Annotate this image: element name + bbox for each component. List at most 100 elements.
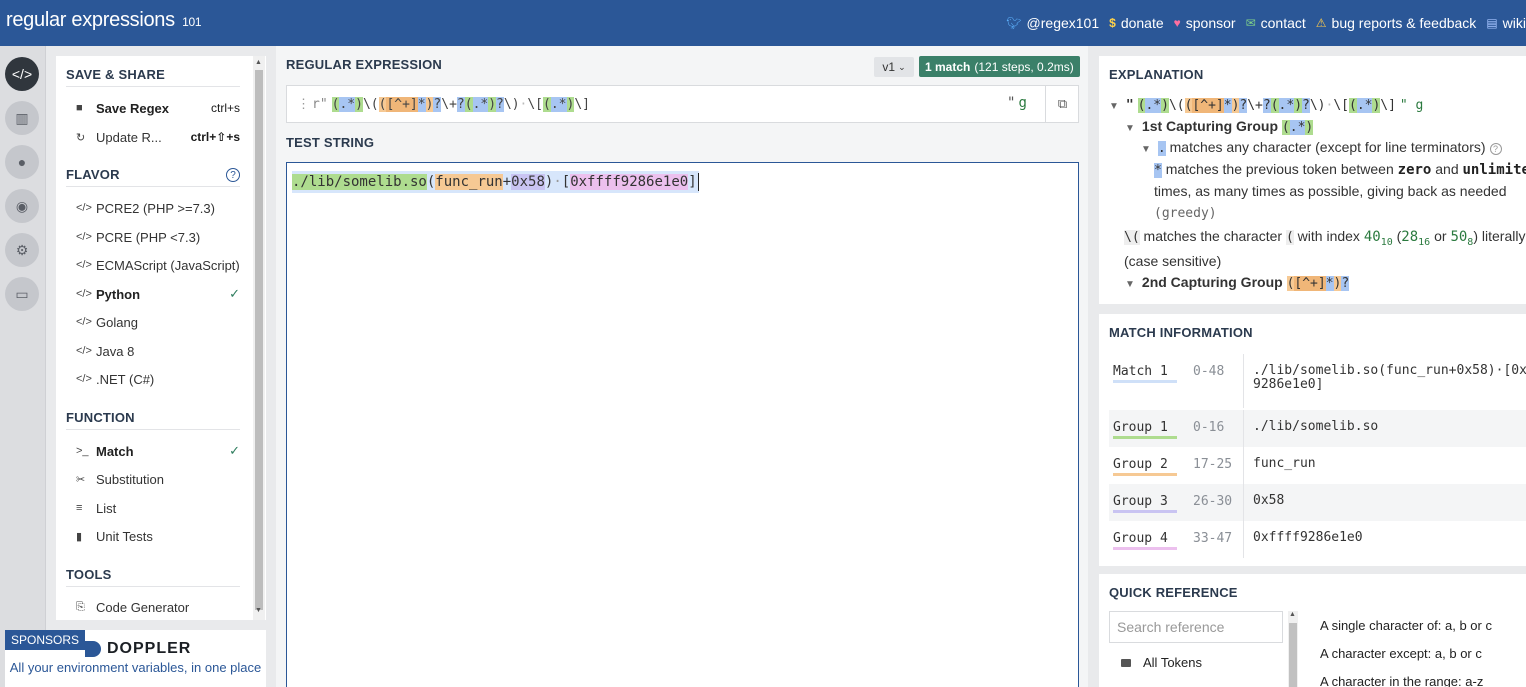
nav-donate[interactable]: $ donate: [1109, 15, 1164, 31]
regex-token: .*: [472, 96, 489, 112]
function-match[interactable]: >_ Match ✓: [76, 439, 240, 463]
library-icon[interactable]: ▥: [5, 101, 39, 135]
function-label: List: [96, 500, 117, 516]
check-icon: ✓: [229, 443, 240, 458]
regex-editor-icon[interactable]: </>: [5, 57, 39, 91]
scroll-up-icon[interactable]: ▲: [255, 59, 262, 66]
help-icon[interactable]: ?: [1489, 143, 1502, 155]
update-regex-button[interactable]: ↻ Update R... ctrl+⇧+s: [76, 125, 240, 149]
nav-contact[interactable]: ✉ contact: [1246, 15, 1306, 31]
group-row[interactable]: Group 1 0-16 ./lib/somelib.so: [1109, 410, 1526, 447]
category-label: All Tokens: [1143, 655, 1203, 670]
save-shortcut: ctrl+s: [210, 101, 240, 115]
root-quote: ": [1125, 98, 1134, 113]
flavor-pcre2[interactable]: </> PCRE2 (PHP >=7.3): [76, 196, 240, 220]
flavor-label: PCRE2 (PHP >=7.3): [96, 200, 215, 216]
reference-entry[interactable]: A character except: a, b or c: [1320, 646, 1482, 661]
scroll-up-icon[interactable]: ▲: [1289, 611, 1296, 618]
reference-entry[interactable]: A single character of: a, b or c: [1320, 618, 1492, 633]
regex-input[interactable]: ⋮ r" (.*) \(([^+] *)? \+?(.*)? \) · \[(.*) \]: [287, 86, 1047, 122]
chevron-down-icon: ⌄: [898, 61, 906, 72]
paren-desc: matches the character: [1143, 228, 1283, 244]
nav-bug-reports[interactable]: ⚠ bug reports & feedback: [1316, 15, 1477, 31]
group-value: 0xffff9286e1e0: [1253, 530, 1363, 545]
group-range: 17-25: [1193, 457, 1233, 472]
nav-sponsor[interactable]: ♥ sponsor: [1174, 15, 1236, 31]
wiki-icon: ▤: [1486, 16, 1498, 30]
regex-token: \): [503, 96, 520, 112]
regex-token: *: [417, 96, 426, 112]
regex-token: \[: [527, 96, 544, 112]
quiz-icon[interactable]: ◉: [5, 189, 39, 223]
group-range: 26-30: [1193, 494, 1233, 509]
match-row[interactable]: Match 1 0-48 ./lib/somelib.so(func_run+0…: [1109, 354, 1526, 408]
divider: [66, 186, 240, 187]
check-icon: ✓: [229, 286, 240, 301]
reference-entry[interactable]: A character in the range: a-z: [1320, 674, 1483, 687]
reference-search-input[interactable]: Search reference: [1109, 611, 1283, 643]
save-regex-button[interactable]: ■ Save Regex ctrl+s: [76, 96, 240, 120]
function-unit-tests[interactable]: ▮ Unit Tests: [76, 524, 240, 548]
nav-wiki[interactable]: ▤ wiki: [1486, 15, 1526, 31]
group-row[interactable]: Group 2 17-25 func_run: [1109, 447, 1526, 484]
star-and: and: [1435, 161, 1459, 177]
match-segment: +: [502, 174, 512, 190]
function-list[interactable]: ≡ List: [76, 496, 240, 520]
flavor-ecmascript[interactable]: </> ECMAScript (JavaScript): [76, 253, 240, 277]
collapse-icon[interactable]: ▼: [1125, 123, 1135, 134]
group1-pattern: (.*): [1281, 120, 1314, 135]
copy-icon[interactable]: ⧉: [1045, 86, 1079, 122]
explanation-star-cont: times, as many times as possible, giving…: [1154, 183, 1507, 199]
whitespace-dot: ·: [553, 174, 562, 190]
collapse-icon[interactable]: ▼: [1109, 101, 1119, 112]
scrollbar-thumb[interactable]: [255, 70, 263, 610]
flavor-python[interactable]: </> Python ✓: [76, 282, 240, 306]
explanation-greedy: (greedy): [1154, 206, 1217, 221]
code-icon: </>: [76, 259, 92, 271]
sponsor-box[interactable]: SPONSORS DOPPLER All your environment va…: [5, 630, 266, 687]
divider: [1243, 354, 1244, 408]
doppler-logo: DOPPLER: [85, 640, 191, 658]
chat-icon[interactable]: ▭: [5, 277, 39, 311]
flavor-golang[interactable]: </> Golang: [76, 310, 240, 334]
tool-code-generator[interactable]: ⎘ Code Generator: [76, 595, 240, 619]
sponsor-text: All your environment variables, in one p…: [9, 660, 262, 675]
scrollbar-thumb[interactable]: [1289, 623, 1297, 687]
collapse-icon[interactable]: ▼: [1125, 279, 1135, 290]
logo-text: regular expressions: [6, 9, 175, 31]
regex-token: ?: [433, 96, 442, 112]
regex-flags[interactable]: " g: [1007, 95, 1027, 111]
flavor-java[interactable]: </> Java 8: [76, 339, 240, 363]
paren-or: or: [1434, 228, 1447, 244]
scroll-down-icon[interactable]: ▼: [255, 607, 262, 614]
settings-icon[interactable]: ⚙: [5, 233, 39, 267]
explanation-dot[interactable]: ▼. matches any character (except for lin…: [1141, 139, 1502, 156]
group-row[interactable]: Group 4 33-47 0xffff9286e1e0: [1109, 521, 1526, 558]
flags-value: g: [1018, 95, 1027, 111]
flavor-pcre[interactable]: </> PCRE (PHP <7.3): [76, 225, 240, 249]
app-logo[interactable]: regular expressions 101: [6, 9, 202, 32]
version-select[interactable]: v1 ⌄: [874, 57, 914, 77]
match-status-badge: 1 match (121 steps, 0.2ms): [919, 56, 1080, 77]
test-string-input[interactable]: ./lib/somelib.so(func_run+0x58)·[0xffff9…: [286, 162, 1079, 687]
explanation-group2[interactable]: ▼ 2nd Capturing Group ([^+]*)?: [1125, 274, 1350, 291]
save-regex-label: Save Regex: [96, 100, 169, 116]
code-icon: </>: [76, 202, 92, 214]
collapse-icon[interactable]: ▼: [1141, 144, 1151, 155]
sidebar-scrollbar[interactable]: ▲ ▼: [253, 56, 265, 620]
explanation-root[interactable]: ▼ " (.*)\(([^+]*)?\+?(.*)?\)·\[(.*)\] " g: [1109, 96, 1423, 113]
function-substitution[interactable]: ✂ Substitution: [76, 467, 240, 491]
list-icon: ≡: [76, 502, 83, 514]
drag-handle-icon[interactable]: ⋮: [297, 97, 310, 112]
account-icon[interactable]: ●: [5, 145, 39, 179]
nav-twitter[interactable]: 🐦︎ @regex101: [1006, 15, 1099, 31]
help-icon[interactable]: ?: [226, 168, 240, 182]
group-row[interactable]: Group 3 26-30 0x58: [1109, 484, 1526, 521]
reference-category-all-tokens[interactable]: All Tokens: [1121, 655, 1202, 670]
code-generator-icon: ⎘: [76, 600, 85, 613]
code-icon: </>: [76, 288, 92, 300]
flavor-dotnet[interactable]: </> .NET (C#): [76, 367, 240, 391]
explanation-group1[interactable]: ▼ 1st Capturing Group (.*): [1125, 118, 1314, 135]
reference-scrollbar[interactable]: ▲: [1288, 611, 1298, 687]
group-label: Group 1: [1113, 420, 1177, 439]
